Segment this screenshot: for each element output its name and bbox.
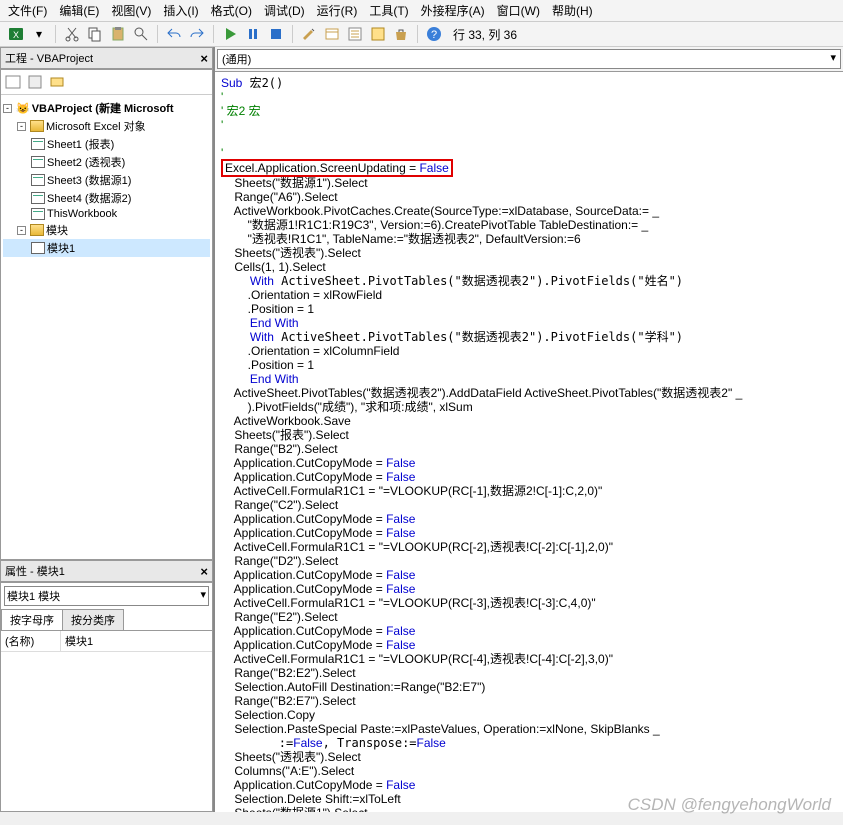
view-object-icon[interactable]: [25, 72, 45, 92]
dropdown-icon[interactable]: ▾: [29, 24, 49, 44]
object-combo[interactable]: (通用)▾: [217, 49, 841, 69]
tree-module1[interactable]: 模块1: [3, 239, 210, 257]
project-explorer: -😺 VBAProject (新建 Microsoft - Microsoft …: [0, 69, 213, 560]
pause-icon[interactable]: [243, 24, 263, 44]
prop-key: (名称): [1, 631, 61, 651]
excel-icon[interactable]: X: [6, 24, 26, 44]
tree-sheet4[interactable]: Sheet4 (数据源2): [3, 189, 210, 207]
highlight-box-1: Excel.Application.ScreenUpdating = False: [221, 159, 453, 177]
toolbar: X ▾ ? 行 33, 列 36: [0, 22, 843, 47]
object-browser-icon[interactable]: [368, 24, 388, 44]
menu-file[interactable]: 文件(F): [8, 2, 47, 19]
menu-tools[interactable]: 工具(T): [369, 2, 408, 19]
menu-edit[interactable]: 编辑(E): [59, 2, 99, 19]
menu-help[interactable]: 帮助(H): [552, 2, 593, 19]
cursor-location: 行 33, 列 36: [453, 26, 517, 43]
toolbox-icon[interactable]: [391, 24, 411, 44]
chevron-down-icon: ▾: [200, 588, 206, 604]
project-title-text: 工程 - VBAProject: [5, 50, 93, 66]
help-icon[interactable]: ?: [424, 24, 444, 44]
close-icon[interactable]: ×: [200, 51, 208, 66]
svg-text:?: ?: [431, 29, 437, 41]
close-icon[interactable]: ×: [200, 564, 208, 579]
props-object-combo[interactable]: 模块1 模块▾: [4, 586, 209, 606]
tree-root[interactable]: -😺 VBAProject (新建 Microsoft: [3, 99, 210, 117]
project-icon[interactable]: [322, 24, 342, 44]
prop-value[interactable]: 模块1: [61, 631, 97, 651]
tree-sheet3[interactable]: Sheet3 (数据源1): [3, 171, 210, 189]
menu-debug[interactable]: 调试(D): [264, 2, 305, 19]
props-title-text: 属性 - 模块1: [5, 563, 65, 579]
undo-icon[interactable]: [164, 24, 184, 44]
menu-run[interactable]: 运行(R): [317, 2, 358, 19]
props-tab-cat[interactable]: 按分类序: [62, 609, 124, 630]
menu-insert[interactable]: 插入(I): [163, 2, 198, 19]
menu-view[interactable]: 视图(V): [111, 2, 151, 19]
redo-icon[interactable]: [187, 24, 207, 44]
chevron-down-icon: ▾: [830, 51, 836, 67]
tree-thisworkbook[interactable]: ThisWorkbook: [3, 207, 210, 221]
props-panel-title: 属性 - 模块1 ×: [0, 560, 213, 582]
cut-icon[interactable]: [62, 24, 82, 44]
tree-sheet1[interactable]: Sheet1 (报表): [3, 135, 210, 153]
menu-addins[interactable]: 外接程序(A): [421, 2, 485, 19]
tree-modules[interactable]: - 模块: [3, 221, 210, 239]
stop-icon[interactable]: [266, 24, 286, 44]
design-icon[interactable]: [299, 24, 319, 44]
project-panel-title: 工程 - VBAProject ×: [0, 47, 213, 69]
toggle-folders-icon[interactable]: [47, 72, 67, 92]
menu-window[interactable]: 窗口(W): [497, 2, 540, 19]
code-editor[interactable]: Sub 宏2() ' ' 宏2 宏 ' ' Excel.Application.…: [215, 72, 843, 812]
tree-excel-objects[interactable]: - Microsoft Excel 对象: [3, 117, 210, 135]
find-icon[interactable]: [131, 24, 151, 44]
tree-sheet2[interactable]: Sheet2 (透视表): [3, 153, 210, 171]
prop-row-name[interactable]: (名称) 模块1: [1, 631, 212, 652]
view-code-icon[interactable]: [3, 72, 23, 92]
svg-text:X: X: [13, 30, 19, 40]
copy-icon[interactable]: [85, 24, 105, 44]
menu-format[interactable]: 格式(O): [211, 2, 252, 19]
run-icon[interactable]: [220, 24, 240, 44]
paste-icon[interactable]: [108, 24, 128, 44]
menu-bar: 文件(F) 编辑(E) 视图(V) 插入(I) 格式(O) 调试(D) 运行(R…: [0, 0, 843, 22]
properties-panel: 模块1 模块▾ 按字母序 按分类序 (名称) 模块1: [0, 582, 213, 812]
properties-icon[interactable]: [345, 24, 365, 44]
props-tab-alpha[interactable]: 按字母序: [1, 609, 63, 630]
